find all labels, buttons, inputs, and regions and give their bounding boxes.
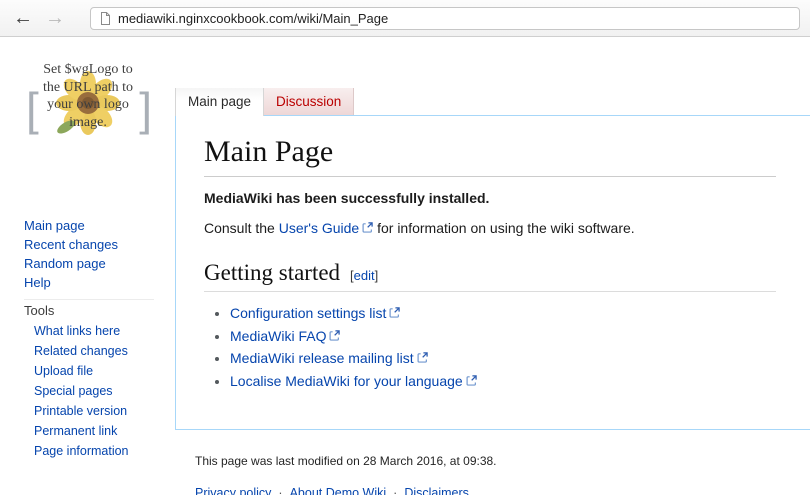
list-item: Localise MediaWiki for your language: [230, 370, 776, 393]
getting-started-link-faq[interactable]: MediaWiki FAQ: [230, 327, 341, 344]
tools-item-permanent-link[interactable]: Permanent link: [34, 421, 129, 441]
page-tabs: Main page Discussion: [175, 88, 355, 116]
tools-link-permanent-link[interactable]: Permanent link: [34, 424, 117, 438]
tools-link-page-information[interactable]: Page information: [34, 444, 129, 458]
getting-started-list: Configuration settings list MediaWiki FA…: [230, 302, 776, 392]
browser-toolbar: ← → mediawiki.nginxcookbook.com/wiki/Mai…: [0, 0, 810, 37]
wiki-logo[interactable]: [ ] Set $wgLogo to the URL path to your …: [8, 57, 168, 175]
page-icon: [101, 12, 110, 25]
logo-bracket-left-icon: [: [26, 83, 39, 135]
tools-section-header: Tools: [24, 299, 154, 318]
external-link-icon: [329, 329, 341, 341]
external-link-icon: [389, 307, 401, 318]
list-item: MediaWiki release mailing list: [230, 347, 776, 370]
consult-suffix: for information on using the wiki softwa…: [373, 220, 635, 236]
footer-link-about[interactable]: About Demo Wiki: [290, 486, 387, 495]
article-content: Main Page MediaWiki has been successfull…: [175, 115, 810, 430]
tools-item-printable-version[interactable]: Printable version: [34, 401, 129, 421]
page-title: Main Page: [204, 135, 776, 177]
screen: ← → mediawiki.nginxcookbook.com/wiki/Mai…: [0, 0, 810, 495]
sidebar-link-recent-changes[interactable]: Recent changes: [24, 237, 118, 252]
logo-alt-text: Set $wgLogo to the URL path to your own …: [42, 62, 134, 130]
footer-link-disclaimers[interactable]: Disclaimers: [404, 486, 469, 495]
list-item: MediaWiki FAQ: [230, 325, 776, 348]
consult-prefix: Consult the: [204, 220, 279, 236]
footer-separator: ·: [278, 486, 283, 495]
getting-started-heading: Getting started [edit]: [204, 260, 776, 292]
tools-item-special-pages[interactable]: Special pages: [34, 381, 129, 401]
sidebar-item-help[interactable]: Help: [24, 273, 118, 292]
edit-bracket-close: ]: [374, 268, 379, 283]
external-link-icon: [417, 352, 428, 363]
sidebar-item-random-page[interactable]: Random page: [24, 254, 118, 273]
tools-item-related-changes[interactable]: Related changes: [34, 341, 129, 361]
footer-links: Privacy policy · About Demo Wiki · Discl…: [195, 486, 469, 495]
tools-link-related-changes[interactable]: Related changes: [34, 344, 128, 358]
tools-link-printable-version[interactable]: Printable version: [34, 404, 127, 418]
sidebar-item-main-page[interactable]: Main page: [24, 216, 118, 235]
forward-button[interactable]: →: [45, 5, 65, 31]
last-modified-text: This page was last modified on 28 March …: [195, 454, 497, 468]
sidebar-item-recent-changes[interactable]: Recent changes: [24, 235, 118, 254]
tab-main-page[interactable]: Main page: [175, 88, 265, 116]
getting-started-link-mailing-list[interactable]: MediaWiki release mailing list: [230, 350, 428, 366]
link-label: Configuration settings list: [230, 305, 387, 321]
sidebar-link-main-page[interactable]: Main page: [24, 218, 85, 233]
wiki-page: [ ] Set $wgLogo to the URL path to your …: [0, 37, 810, 495]
link-label: Localise MediaWiki for your language: [230, 372, 463, 389]
consult-paragraph: Consult the User's Guide for information…: [204, 220, 776, 236]
sidebar-link-help[interactable]: Help: [24, 275, 51, 290]
tools-link-special-pages[interactable]: Special pages: [34, 384, 113, 398]
address-bar[interactable]: mediawiki.nginxcookbook.com/wiki/Main_Pa…: [90, 7, 800, 30]
tools-item-what-links-here[interactable]: What links here: [34, 321, 129, 341]
tools-link-upload-file[interactable]: Upload file: [34, 364, 93, 378]
back-button[interactable]: ←: [13, 5, 33, 31]
sidebar-link-random-page[interactable]: Random page: [24, 256, 106, 271]
sidebar-navigation: Main page Recent changes Random page Hel…: [24, 216, 118, 292]
external-link-icon: [466, 374, 477, 386]
edit-section: [edit]: [350, 268, 378, 283]
external-link-icon: [362, 222, 373, 233]
installed-message: MediaWiki has been successfully installe…: [204, 190, 490, 206]
footer-separator: ·: [393, 486, 398, 495]
edit-link[interactable]: edit: [354, 268, 375, 283]
users-guide-link[interactable]: User's Guide: [279, 220, 373, 236]
link-label: MediaWiki release mailing list: [230, 350, 414, 366]
users-guide-link-label: User's Guide: [278, 220, 360, 236]
list-item: Configuration settings list: [230, 302, 776, 325]
sidebar-tools: What links here Related changes Upload f…: [34, 321, 129, 461]
tools-item-upload-file[interactable]: Upload file: [34, 361, 129, 381]
tab-discussion[interactable]: Discussion: [264, 88, 355, 115]
getting-started-link-localise[interactable]: Localise MediaWiki for your language: [230, 373, 477, 389]
link-label: MediaWiki FAQ: [230, 327, 327, 344]
tools-item-page-information[interactable]: Page information: [34, 441, 129, 461]
section-title: Getting started: [204, 260, 341, 285]
footer-link-privacy-policy[interactable]: Privacy policy: [195, 486, 271, 495]
tools-link-what-links-here[interactable]: What links here: [34, 324, 120, 338]
getting-started-link-configuration-settings[interactable]: Configuration settings list: [230, 305, 401, 321]
logo-bracket-right-icon: ]: [139, 83, 152, 135]
url-text: mediawiki.nginxcookbook.com/wiki/Main_Pa…: [118, 11, 389, 26]
